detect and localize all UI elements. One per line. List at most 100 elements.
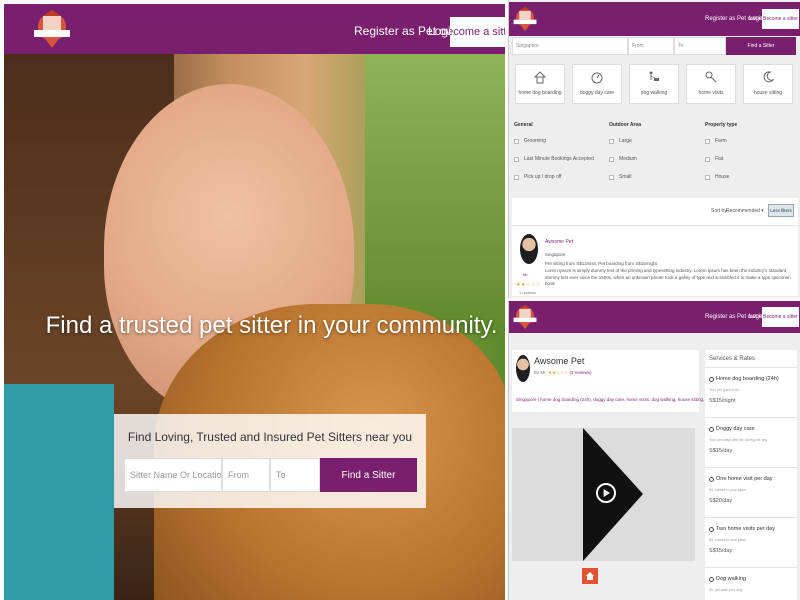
rate-note: Mr. comes to your place (709, 488, 747, 492)
to-date-input[interactable]: To (270, 458, 320, 492)
search-page-navbar: Register as Pet owner Login Become a sit… (509, 2, 800, 36)
sitter-owner: Mr. (523, 272, 529, 277)
rate-note: Mr. will walk your dog (709, 588, 743, 592)
moon-icon (761, 70, 775, 84)
video-player[interactable] (512, 428, 695, 561)
daycare-icon (709, 426, 714, 432)
service-card-home-dog-boarding[interactable]: home dog boarding (515, 64, 565, 104)
key-icon (709, 476, 714, 482)
rate-price: S$15/day (709, 548, 733, 554)
service-card-home-visits[interactable]: home visits (686, 64, 736, 104)
pet-mansion-logo[interactable] (511, 303, 539, 331)
sitter-price-summary: Pet sitting from S$12/visit. Pet boardin… (545, 261, 659, 266)
sort-bar: Sort by Recommended ▾ Less filters (512, 198, 798, 226)
pet-mansion-logo[interactable] (511, 5, 539, 33)
checkbox[interactable] (705, 138, 710, 144)
become-sitter-button[interactable]: Become a sitter (450, 17, 505, 47)
top-navbar: Register as Pet owner Login Become a sit… (4, 4, 505, 54)
pet-mansion-logo-small (582, 568, 598, 584)
sitter-profile-panel: Register as Pet owner Login Become a sit… (508, 301, 800, 600)
filter-option-house[interactable]: House (705, 174, 729, 180)
filter-option-grooming[interactable]: Grooming (514, 138, 546, 144)
sort-select[interactable]: Recommended ▾ (726, 206, 764, 216)
filter-option-flat[interactable]: Flat (705, 156, 723, 162)
checkbox[interactable] (514, 156, 519, 162)
play-button[interactable] (596, 483, 616, 503)
filter-option-medium[interactable]: Medium (609, 156, 637, 162)
service-label: home dog boarding (518, 90, 562, 96)
chevron-down-icon: ▾ (759, 208, 764, 214)
from-date-input[interactable]: From (628, 37, 674, 55)
home-page-panel: Find a trusted pet sitter in your commun… (0, 0, 505, 600)
search-heading: Find Loving, Trusted and Insured Pet Sit… (127, 430, 413, 444)
to-date-input[interactable]: To (674, 37, 726, 55)
service-label: home visits (698, 90, 724, 96)
checkbox[interactable] (609, 156, 614, 162)
sitter-listing-card[interactable]: Mr. ★★☆☆☆ 1 reviews Awsome Pet Singapore… (512, 226, 798, 296)
filter-option-small[interactable]: Small (609, 174, 632, 180)
rating-stars: ★★☆☆☆ (548, 370, 569, 375)
sitter-name-location-input[interactable]: Sitter Name Or Location (124, 458, 222, 492)
filter-option-large[interactable]: Large (609, 138, 632, 144)
sitter-description: Lorem Ipsum is simply dummy text of the … (545, 268, 791, 287)
location-input[interactable]: Singapore (512, 37, 628, 55)
checkbox[interactable] (609, 138, 614, 144)
rates-title: Services & Rates (709, 356, 756, 362)
rate-name: Two home visits per day (709, 526, 775, 532)
filter-group-outdoor: Outdoor Area Large Medium Small (609, 122, 642, 180)
filter-title: Outdoor Area (609, 122, 642, 128)
rate-price: S$20/day (709, 498, 733, 504)
checkbox[interactable] (705, 156, 710, 162)
rate-name: Dog walking (709, 576, 746, 582)
sitter-name-link[interactable]: Awsome Pet (545, 239, 573, 245)
profile-page-navbar: Register as Pet owner Login Become a sit… (509, 301, 800, 333)
less-filters-button[interactable]: Less filters (768, 204, 794, 217)
hero-background-grass (365, 54, 505, 334)
sitter-services-summary: Singapore | home dog boarding (24h), dog… (516, 397, 705, 402)
checkbox[interactable] (514, 138, 519, 144)
rate-item-two-home-visits: Two home visits per day Mr. comes to you… (705, 517, 797, 567)
rate-note: Your pet stays with Mr. during the day (709, 438, 768, 442)
checkbox[interactable] (705, 174, 710, 180)
filter-group-property: Property type Farm Flat House (705, 122, 738, 180)
filter-option-farm[interactable]: Farm (705, 138, 727, 144)
sitter-avatar[interactable] (520, 234, 538, 264)
rate-name: Home dog boarding (24h) (709, 376, 779, 382)
rate-price: S$15/day (709, 448, 733, 454)
become-sitter-button[interactable]: Become a sitter (762, 307, 799, 327)
from-date-input[interactable]: From (222, 458, 270, 492)
checkbox[interactable] (514, 174, 519, 180)
review-count[interactable]: 1 reviews (519, 290, 536, 295)
house-icon (709, 376, 714, 382)
filter-option-pickup[interactable]: Pick up / drop off (514, 174, 561, 180)
sitter-name: Awsome Pet (534, 356, 585, 366)
dog-walking-icon (647, 70, 661, 84)
search-results-panel: Register as Pet owner Login Become a sit… (508, 0, 800, 298)
sitter-avatar (516, 355, 530, 382)
service-label: dog walking (640, 90, 668, 96)
service-card-dog-walking[interactable]: dog walking (629, 64, 679, 104)
service-label: house sitting (753, 90, 783, 96)
rating-stars: ★★☆☆☆ (516, 282, 541, 288)
service-card-house-sitting[interactable]: house sitting (743, 64, 793, 104)
sitter-byline: By Mr. ★★☆☆☆ (1 reviews) (534, 370, 592, 375)
rate-name: Doggy day care (709, 426, 755, 432)
review-count-link[interactable]: (1 reviews) (569, 370, 591, 375)
become-sitter-button[interactable]: Become a sitter (762, 9, 799, 29)
filter-option-last-minute[interactable]: Last Minute Bookings Accepted (514, 156, 594, 162)
service-card-doggy-day-care[interactable]: doggy day care (572, 64, 622, 104)
checkbox[interactable] (609, 174, 614, 180)
profile-header-card: Awsome Pet By Mr. ★★☆☆☆ (1 reviews) Sing… (512, 350, 704, 412)
find-sitter-button[interactable]: Find a Sitter (726, 37, 796, 55)
sitter-location: Singapore (545, 252, 566, 257)
service-label: doggy day care (579, 90, 615, 96)
sort-label: Sort by (711, 208, 727, 214)
pet-mansion-logo[interactable] (30, 7, 74, 51)
search-bar: Singapore From To Find a Sitter (512, 37, 798, 55)
rate-item-doggy-day-care: Doggy day care Your pet stays with Mr. d… (705, 417, 797, 467)
hero-search-box: Find Loving, Trusted and Insured Pet Sit… (114, 414, 426, 508)
filter-title: Property type (705, 122, 738, 128)
key-icon (704, 70, 718, 84)
rate-name: One home visit per day (709, 476, 773, 482)
find-sitter-button[interactable]: Find a Sitter (320, 458, 417, 492)
